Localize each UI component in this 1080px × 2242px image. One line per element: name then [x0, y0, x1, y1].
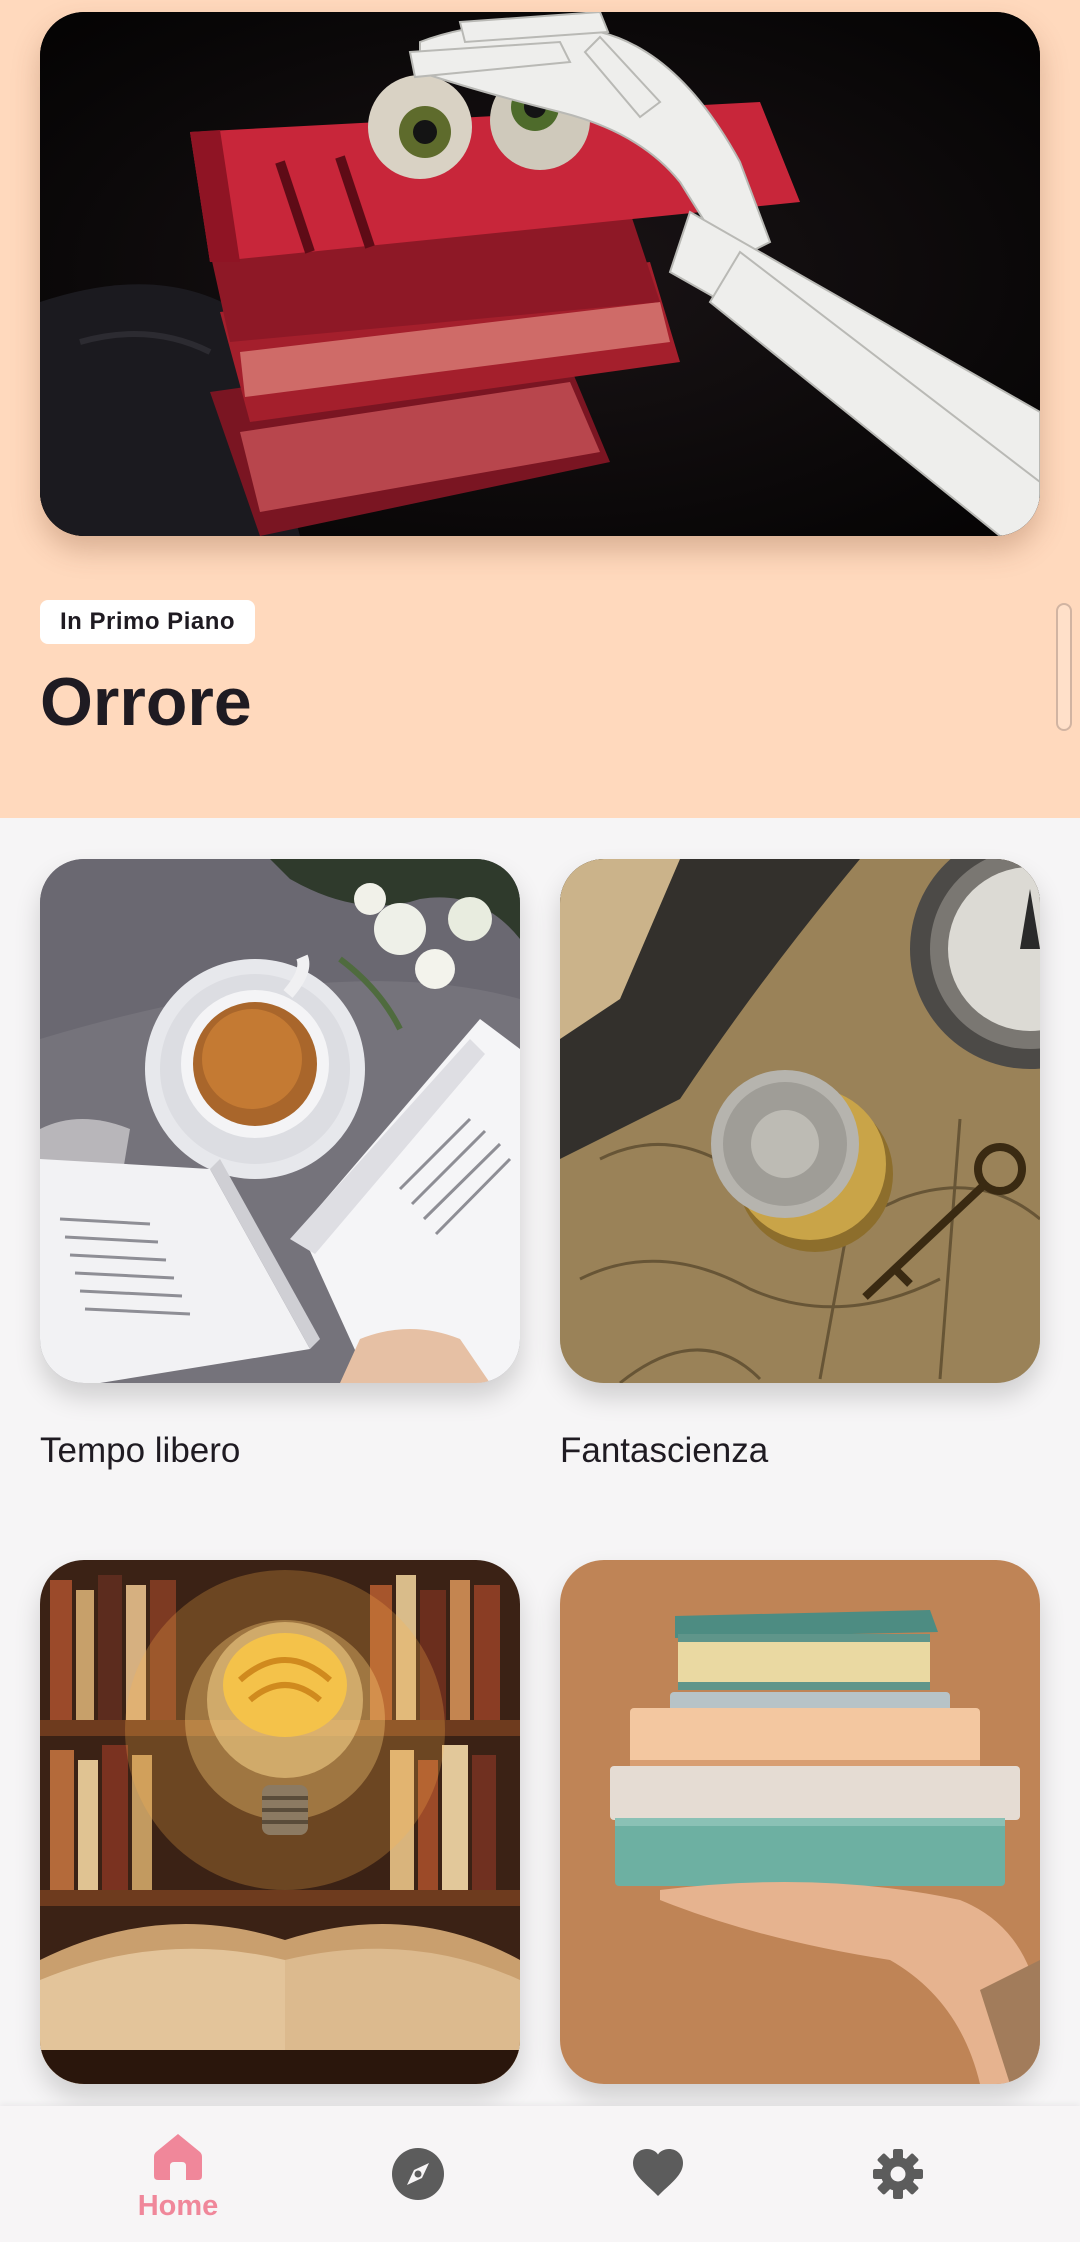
nav-home[interactable]: Home	[58, 2106, 298, 2242]
nav-explore[interactable]	[298, 2106, 538, 2242]
featured-badge: In Primo Piano	[40, 600, 256, 644]
category-card-brain-book[interactable]	[40, 1560, 520, 2084]
category-image-map-coins[interactable]	[560, 859, 1040, 1383]
category-card-tempo-libero[interactable]: Tempo libero	[40, 859, 520, 1470]
compass-icon	[392, 2148, 444, 2200]
featured-title[interactable]: Orrore	[40, 660, 252, 744]
nav-favorites[interactable]	[538, 2106, 778, 2242]
nav-home-label: Home	[137, 2190, 219, 2222]
category-image-tea-books[interactable]	[40, 859, 520, 1383]
home-icon	[152, 2130, 204, 2182]
category-label: Fantascienza	[560, 1431, 769, 1470]
category-image-book-stack[interactable]	[560, 1560, 1040, 2084]
category-card-book-stack[interactable]	[560, 1560, 1040, 2084]
featured-section[interactable]: In Primo Piano Orrore	[0, 0, 1080, 818]
category-label: Tempo libero	[40, 1431, 241, 1470]
category-image-lightbulb-brain[interactable]	[40, 1560, 520, 2084]
featured-horror-image[interactable]	[40, 12, 1040, 536]
category-card-fantascienza[interactable]: Fantascienza	[560, 859, 1040, 1470]
nav-settings[interactable]	[778, 2106, 1018, 2242]
gear-icon	[872, 2148, 924, 2200]
scrollbar-thumb[interactable]	[1056, 603, 1072, 731]
bottom-navigation: Home	[0, 2106, 1080, 2242]
heart-icon	[632, 2148, 684, 2200]
